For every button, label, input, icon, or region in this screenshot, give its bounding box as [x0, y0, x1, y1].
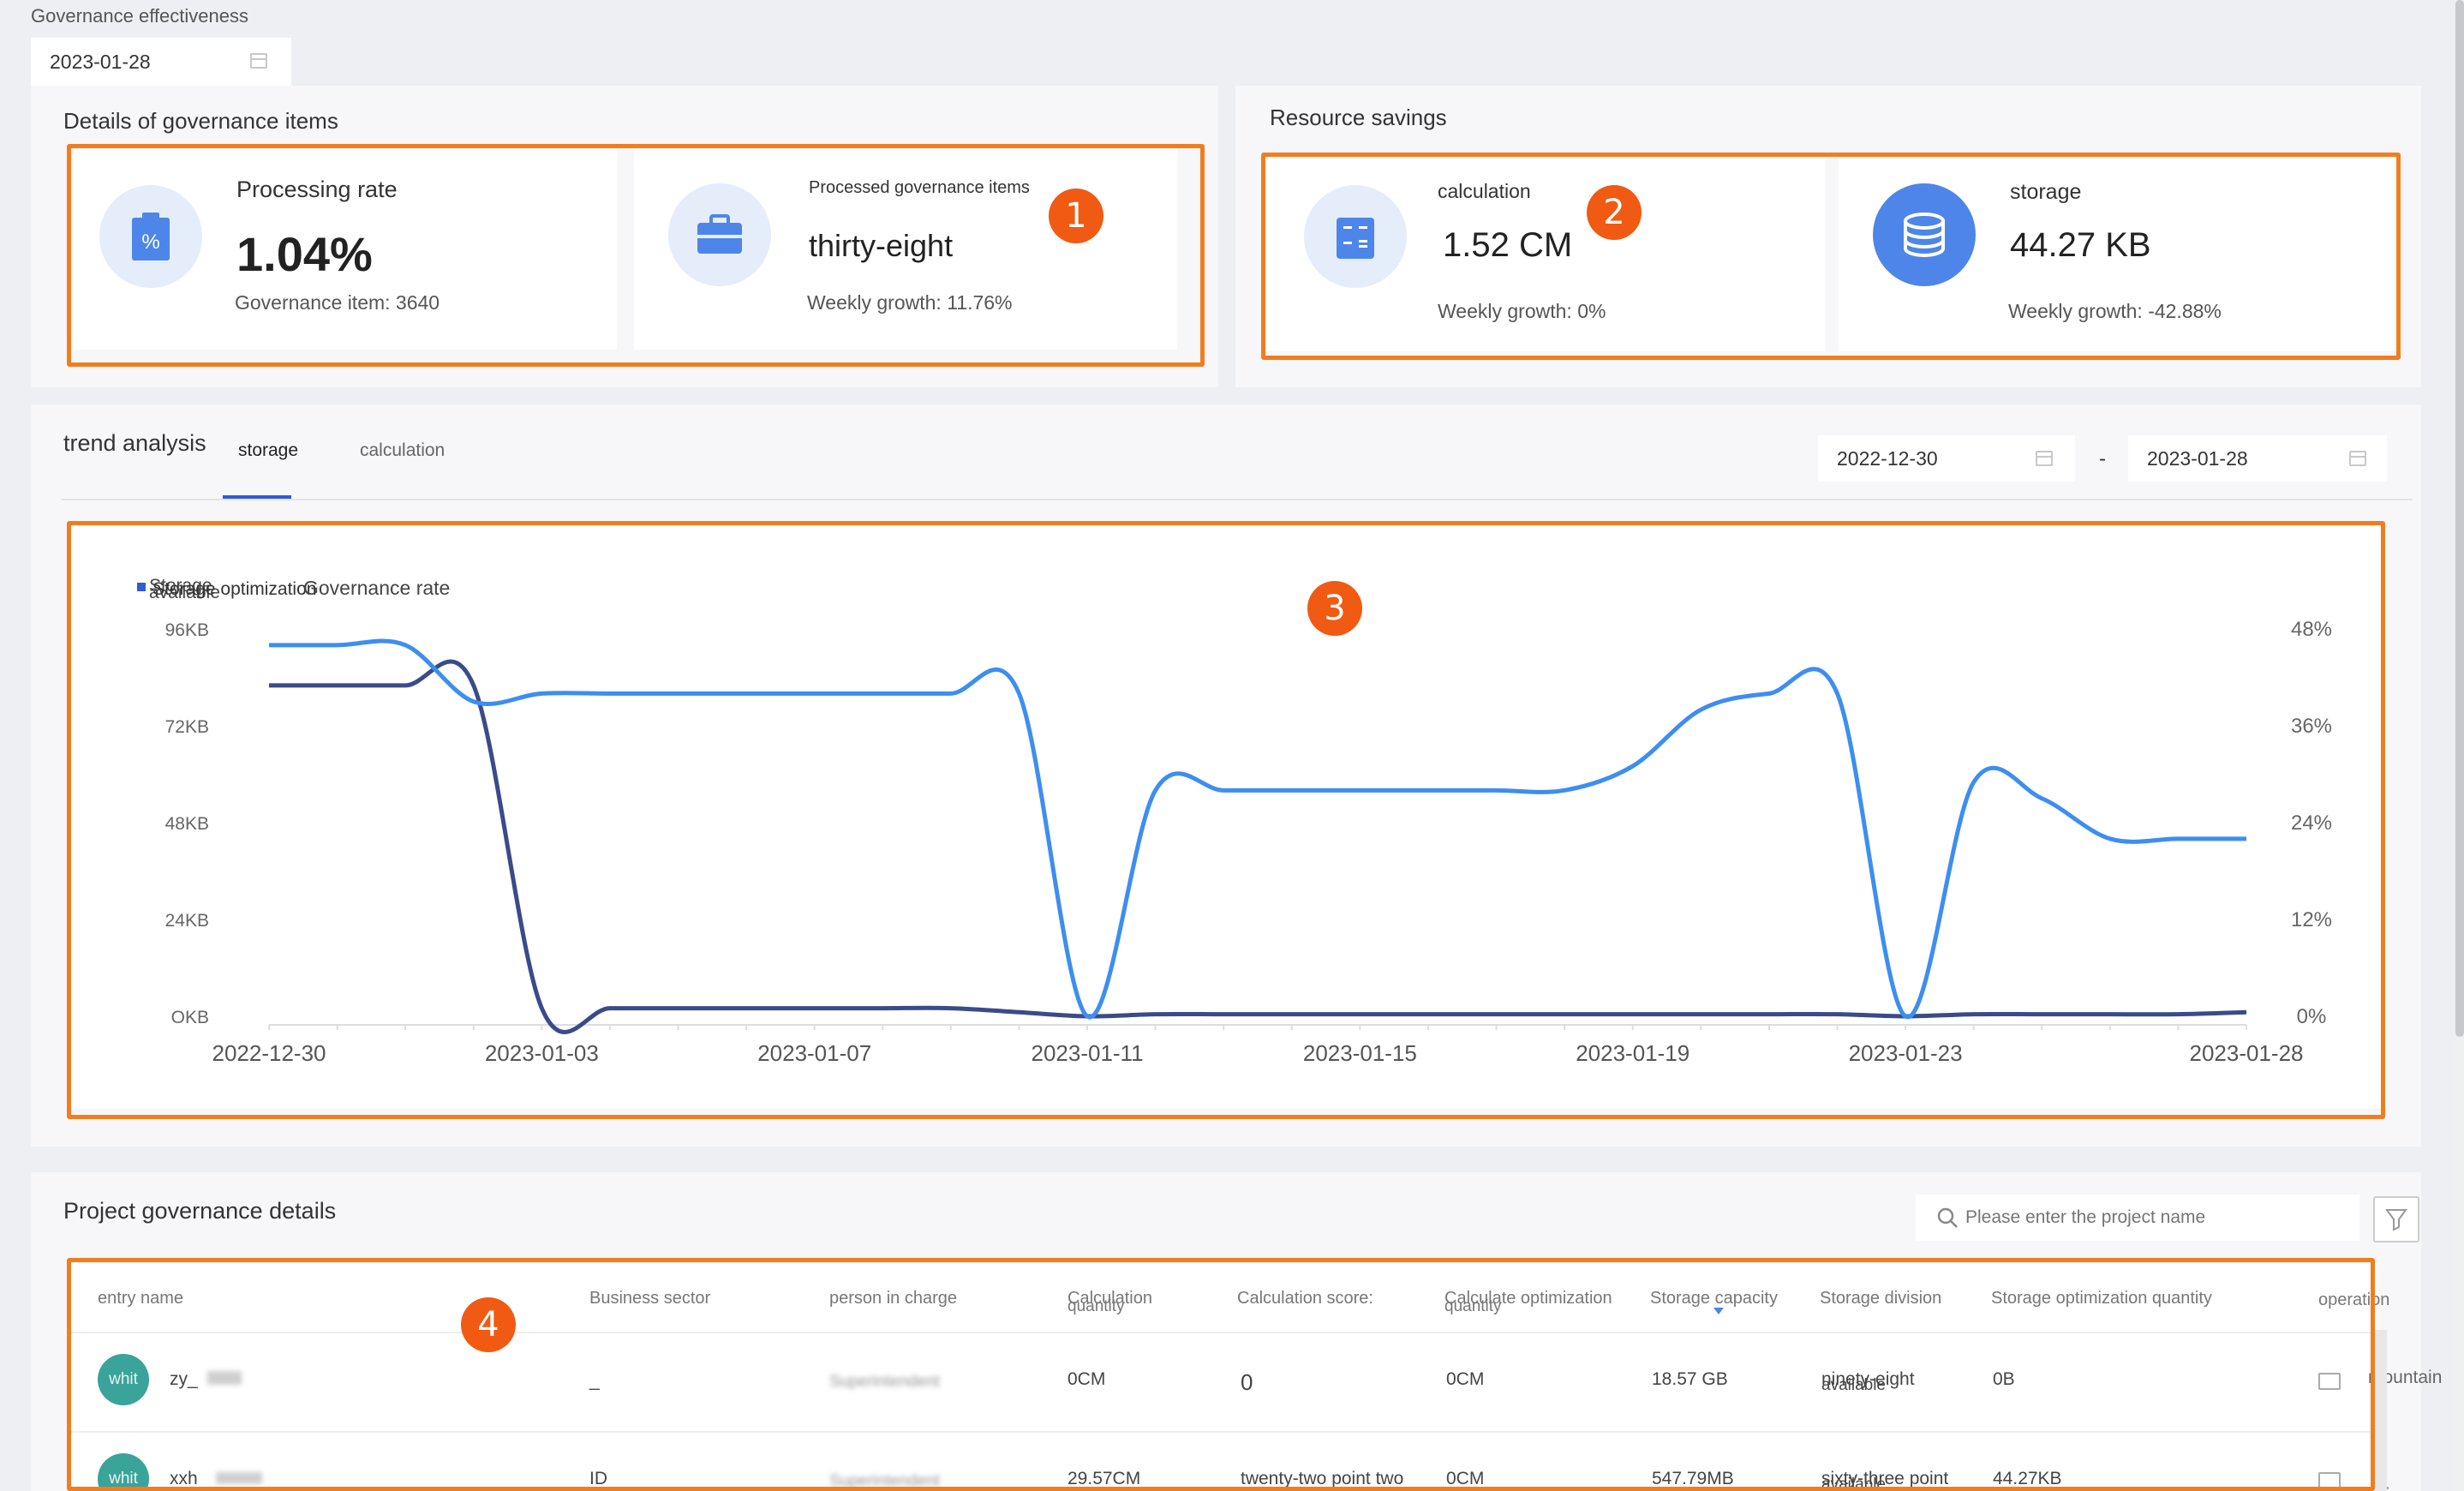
- highlight-box-project-table: [67, 1258, 2375, 1491]
- trend-analysis-title: trend analysis: [63, 430, 206, 456]
- calendar-icon: [2349, 451, 2366, 466]
- tabs-divider: [62, 499, 2413, 500]
- filter-icon: [2385, 1209, 2407, 1231]
- highlight-box-governance-items: [67, 144, 1205, 367]
- resource-savings-title: Resource savings: [1270, 105, 1447, 130]
- tab-storage[interactable]: storage: [238, 440, 298, 461]
- search-icon: [1937, 1207, 1958, 1228]
- project-search-input[interactable]: [1965, 1203, 2342, 1232]
- table-scrollbar[interactable]: [2373, 1330, 2387, 1491]
- highlight-box-trend-chart: [67, 521, 2385, 1119]
- calendar-icon: [2036, 451, 2053, 466]
- page-scrollbar-thumb[interactable]: [2455, 0, 2464, 1037]
- badge-2: 2: [1587, 185, 1642, 240]
- tab-calculation[interactable]: calculation: [360, 440, 445, 461]
- date-picker-value: 2023-01-28: [50, 51, 151, 73]
- project-search[interactable]: [1916, 1195, 2359, 1241]
- range-start-picker[interactable]: 2022-12-30: [1818, 435, 2075, 482]
- badge-1: 1: [1049, 189, 1103, 243]
- highlight-box-resource-savings: [1261, 153, 2401, 360]
- badge-3: 3: [1307, 581, 1362, 636]
- date-picker[interactable]: 2023-01-28: [31, 38, 291, 86]
- range-end-picker[interactable]: 2023-01-28: [2128, 435, 2387, 482]
- governance-items-title: Details of governance items: [63, 108, 338, 134]
- range-end-value: 2023-01-28: [2147, 447, 2248, 470]
- page-title: Governance effectiveness: [31, 5, 248, 27]
- calendar-icon: [250, 53, 267, 69]
- range-separator: -: [2099, 447, 2106, 470]
- project-details-title: Project governance details: [63, 1198, 337, 1224]
- badge-4: 4: [461, 1297, 516, 1352]
- range-start-value: 2022-12-30: [1837, 447, 1938, 470]
- filter-button[interactable]: [2373, 1196, 2419, 1242]
